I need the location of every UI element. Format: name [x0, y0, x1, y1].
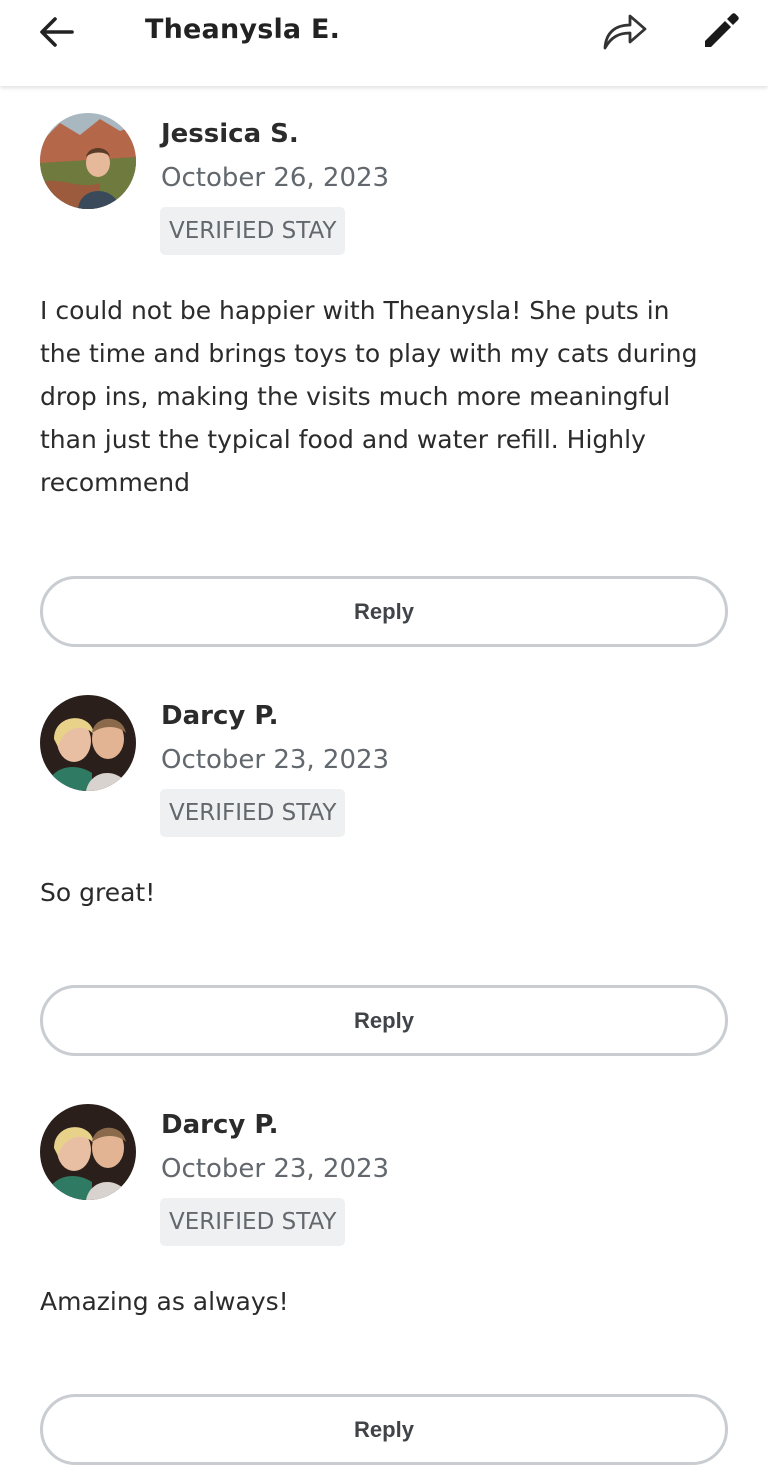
review-date: October 23, 2023 [161, 1154, 390, 1184]
reviewer-photo [40, 113, 136, 209]
verified-stay-badge: VERIFIED STAY [160, 207, 346, 255]
review-date: October 23, 2023 [161, 745, 390, 775]
review-date: October 26, 2023 [161, 163, 390, 193]
avatar[interactable] [40, 113, 136, 209]
pencil-icon [705, 13, 739, 47]
page-title: Theanysla E. [145, 14, 341, 45]
review-text: Amazing as always! [40, 1287, 289, 1316]
reviewer-name: Darcy P. [161, 701, 279, 731]
reply-button[interactable]: Reply [40, 576, 728, 647]
verified-stay-badge: VERIFIED STAY [160, 1198, 346, 1246]
top-app-bar: Theanysla E. [0, 0, 768, 86]
edit-button[interactable] [696, 8, 744, 52]
arrow-left-icon [40, 17, 74, 47]
avatar[interactable] [40, 695, 136, 791]
reply-button[interactable]: Reply [40, 985, 728, 1056]
reviewer-photo [40, 695, 136, 791]
avatar[interactable] [40, 1104, 136, 1200]
reviewer-name: Jessica S. [161, 119, 299, 149]
back-button[interactable] [34, 12, 78, 52]
review-text: So great! [40, 878, 156, 907]
verified-stay-badge: VERIFIED STAY [160, 789, 346, 837]
reviewer-name: Darcy P. [161, 1110, 279, 1140]
share-arrow-icon [603, 14, 647, 50]
reviewer-photo [40, 1104, 136, 1200]
share-button[interactable] [598, 8, 650, 52]
review-text: I could not be happier with Theanysla! S… [40, 296, 698, 497]
reply-button[interactable]: Reply [40, 1394, 728, 1465]
